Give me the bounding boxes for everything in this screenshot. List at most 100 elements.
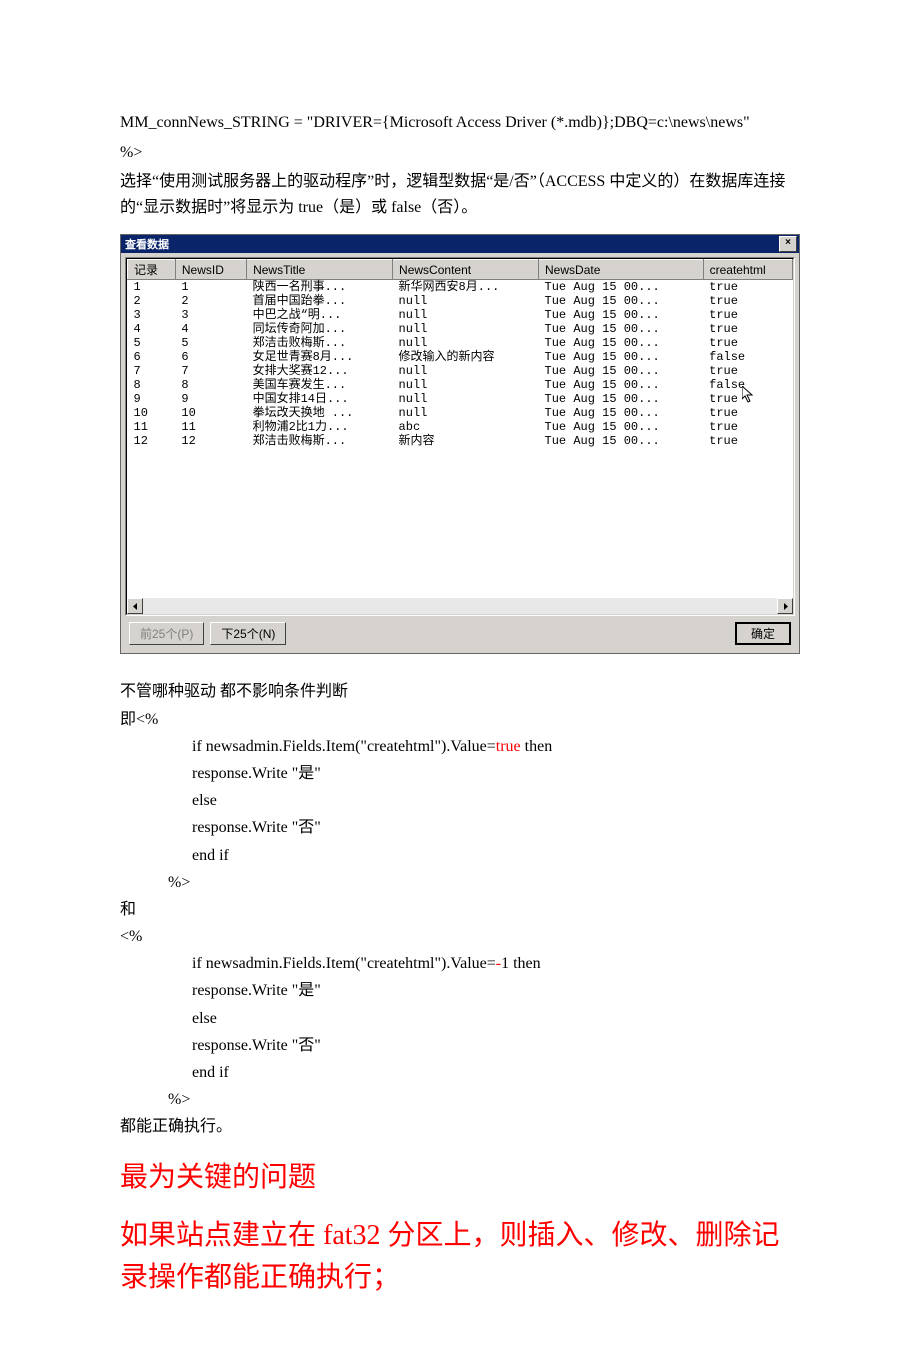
dialog-title: 查看数据 (125, 236, 779, 252)
cell: 8 (175, 378, 246, 392)
code-line: response.Write "是" (120, 760, 800, 787)
cell: false (703, 350, 792, 364)
cell: 12 (175, 434, 246, 448)
code-line: response.Write "否" (120, 814, 800, 841)
table-row[interactable]: 1212郑洁击败梅斯...新内容Tue Aug 15 00...true (128, 434, 793, 448)
cell: Tue Aug 15 00... (539, 294, 704, 308)
table-row[interactable]: 11陕西一名刑事...新华网西安8月...Tue Aug 15 00...tru… (128, 280, 793, 295)
key-issue-text: 如果站点建立在 fat32 分区上，则插入、修改、删除记录操作都能正确执行； (120, 1215, 800, 1299)
scroll-track[interactable] (143, 598, 777, 614)
cell: 4 (175, 322, 246, 336)
cell: 中巴之战“明... (247, 308, 393, 322)
cell: 4 (128, 322, 176, 336)
cell: Tue Aug 15 00... (539, 406, 704, 420)
table-row[interactable]: 88美国车赛发生...nullTue Aug 15 00...false (128, 378, 793, 392)
col-newsid[interactable]: NewsID (175, 260, 246, 280)
cell: true (703, 336, 792, 350)
cell: true (703, 294, 792, 308)
dialog-titlebar[interactable]: 查看数据 × (121, 235, 799, 253)
table-row[interactable]: 66女足世青赛8月...修改输入的新内容Tue Aug 15 00...fals… (128, 350, 793, 364)
cell: null (393, 294, 539, 308)
cell: null (393, 308, 539, 322)
cell: null (393, 392, 539, 406)
cell: null (393, 364, 539, 378)
cell: 11 (175, 420, 246, 434)
cell: 修改输入的新内容 (393, 350, 539, 364)
cell: 12 (128, 434, 176, 448)
cell: Tue Aug 15 00... (539, 280, 704, 295)
cell: 2 (175, 294, 246, 308)
close-icon[interactable]: × (779, 236, 797, 252)
view-data-dialog: 查看数据 × 记录 NewsID NewsTitle NewsContent N… (120, 234, 800, 654)
cell: 中国女排14日... (247, 392, 393, 406)
cell: 7 (175, 364, 246, 378)
cell: true (703, 434, 792, 448)
cell: true (703, 308, 792, 322)
cell: 女足世青赛8月... (247, 350, 393, 364)
cell: 10 (175, 406, 246, 420)
table-row[interactable]: 55郑洁击败梅斯...nullTue Aug 15 00...true (128, 336, 793, 350)
code-line: end if (120, 842, 800, 869)
table-row[interactable]: 1111利物浦2比1力...abcTue Aug 15 00...true (128, 420, 793, 434)
cell: null (393, 406, 539, 420)
explanation-paragraph: 选择“使用测试服务器上的驱动程序”时，逻辑型数据“是/否”（ACCESS 中定义… (120, 169, 800, 220)
data-grid[interactable]: 记录 NewsID NewsTitle NewsContent NewsDate… (127, 259, 793, 448)
table-row[interactable]: 33中巴之战“明...nullTue Aug 15 00...true (128, 308, 793, 322)
text-line: <% (120, 923, 800, 950)
col-newsdate[interactable]: NewsDate (539, 260, 704, 280)
key-issue-heading: 最为关键的问题 (120, 1157, 800, 1199)
col-record[interactable]: 记录 (128, 260, 176, 280)
cell: 利物浦2比1力... (247, 420, 393, 434)
cell: true (703, 280, 792, 295)
cell: null (393, 322, 539, 336)
code-line: else (120, 1005, 800, 1032)
cell: true (703, 420, 792, 434)
table-row[interactable]: 1010拳坛改天换地 ...nullTue Aug 15 00...true (128, 406, 793, 420)
col-newscontent[interactable]: NewsContent (393, 260, 539, 280)
cell: 10 (128, 406, 176, 420)
code-line: if newsadmin.Fields.Item("createhtml").V… (120, 733, 800, 760)
cell: false (703, 378, 792, 392)
grid-empty-area (127, 448, 793, 598)
cell: abc (393, 420, 539, 434)
table-row[interactable]: 44同坛传奇阿加...nullTue Aug 15 00...true (128, 322, 793, 336)
cell: Tue Aug 15 00... (539, 364, 704, 378)
code-line: response.Write "否" (120, 1032, 800, 1059)
connection-string-line: MM_connNews_STRING = "DRIVER={Microsoft … (120, 110, 800, 136)
table-row[interactable]: 99中国女排14日...nullTue Aug 15 00...true (128, 392, 793, 406)
code-line: %> (120, 869, 800, 896)
col-newstitle[interactable]: NewsTitle (247, 260, 393, 280)
cell: 首届中国跆拳... (247, 294, 393, 308)
cell: 2 (128, 294, 176, 308)
ok-button[interactable]: 确定 (735, 622, 791, 645)
cell: Tue Aug 15 00... (539, 322, 704, 336)
code-line: end if (120, 1059, 800, 1086)
cell: 5 (128, 336, 176, 350)
next-25-button[interactable]: 下25个(N) (210, 622, 286, 645)
cell: 1 (175, 280, 246, 295)
code-line: response.Write "是" (120, 977, 800, 1004)
scroll-right-icon[interactable] (777, 598, 793, 614)
code-line: %> (120, 1086, 800, 1113)
cell: null (393, 378, 539, 392)
cell: Tue Aug 15 00... (539, 378, 704, 392)
cell: 6 (175, 350, 246, 364)
cell: 郑洁击败梅斯... (247, 434, 393, 448)
code-line: else (120, 787, 800, 814)
cell: Tue Aug 15 00... (539, 434, 704, 448)
cell: true (703, 322, 792, 336)
cell: 8 (128, 378, 176, 392)
close-tag-line: %> (120, 140, 800, 166)
table-row[interactable]: 22首届中国跆拳...nullTue Aug 15 00...true (128, 294, 793, 308)
col-createhtml[interactable]: createhtml (703, 260, 792, 280)
table-row[interactable]: 77女排大奖赛12...nullTue Aug 15 00...true (128, 364, 793, 378)
cell: 郑洁击败梅斯... (247, 336, 393, 350)
cell: 1 (128, 280, 176, 295)
prev-25-button[interactable]: 前25个(P) (129, 622, 204, 645)
text-line: 和 (120, 896, 800, 923)
horizontal-scrollbar[interactable] (127, 598, 793, 614)
cell: true (703, 406, 792, 420)
cell: 6 (128, 350, 176, 364)
scroll-left-icon[interactable] (127, 598, 143, 614)
cell: 3 (128, 308, 176, 322)
